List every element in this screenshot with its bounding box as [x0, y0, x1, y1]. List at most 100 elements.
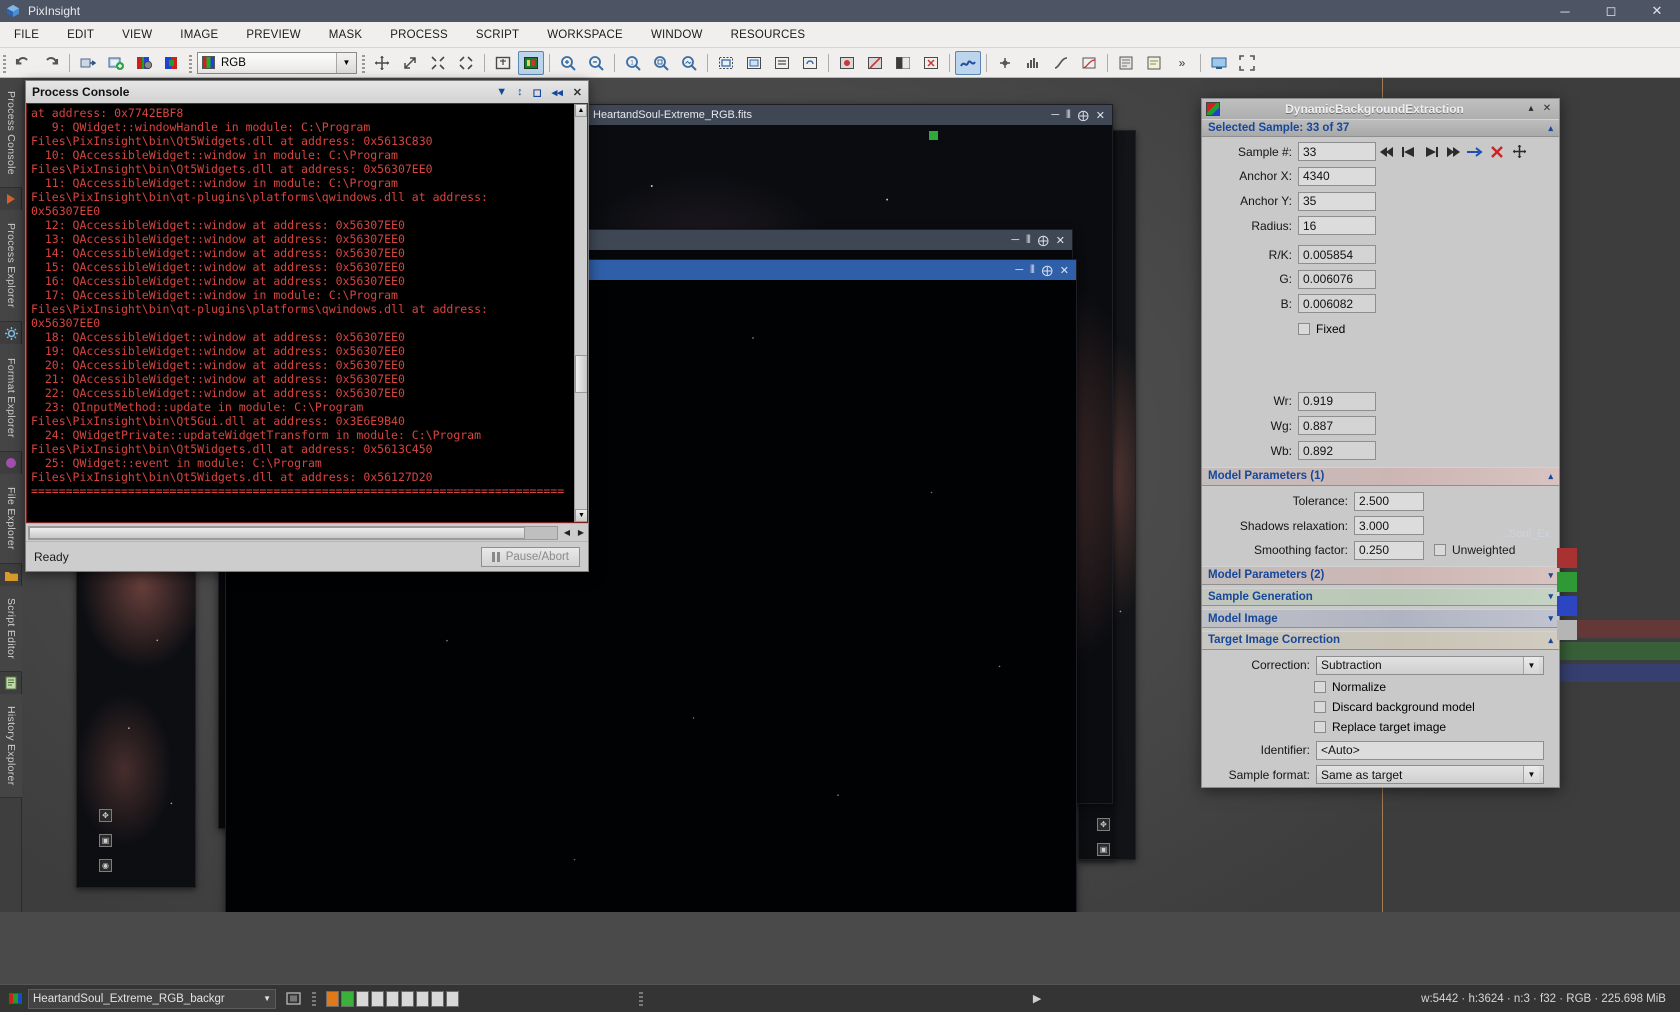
- first-sample-icon[interactable]: [1376, 142, 1398, 162]
- screen-transfer-function-icon[interactable]: [1076, 51, 1102, 75]
- channel-swatch[interactable]: [431, 990, 444, 1007]
- zoom-fit-window-icon[interactable]: [490, 51, 516, 75]
- preview-new-icon[interactable]: [713, 51, 739, 75]
- mask-hide-icon[interactable]: [862, 51, 888, 75]
- scrollbar-thumb[interactable]: [575, 354, 587, 393]
- sidebar-item-format-explorer[interactable]: Format Explorer: [0, 344, 22, 452]
- section-sample-generation[interactable]: Sample Generation ▾: [1202, 587, 1559, 607]
- toolbar-grip-3[interactable]: [362, 52, 365, 73]
- script-editor-icon[interactable]: [0, 672, 22, 694]
- color-space-combo[interactable]: RGB ▼: [197, 51, 357, 74]
- scrollbar-thumb[interactable]: [29, 526, 526, 539]
- resize-handle[interactable]: ▣: [1097, 843, 1110, 856]
- crosshair-icon[interactable]: [369, 51, 395, 75]
- readout-icon[interactable]: [992, 51, 1018, 75]
- preview-list-icon[interactable]: [769, 51, 795, 75]
- toolbar-grip[interactable]: [3, 52, 6, 73]
- next-sample-icon[interactable]: [1420, 142, 1442, 162]
- menu-mask[interactable]: MASK: [315, 22, 376, 48]
- chevron-down-icon[interactable]: ▼: [1523, 766, 1539, 784]
- channel-swatch[interactable]: [356, 990, 369, 1007]
- scroll-left-icon[interactable]: ◀: [560, 526, 574, 540]
- chevron-down-icon[interactable]: ▼: [263, 994, 271, 1003]
- float-icon[interactable]: ↕: [517, 86, 523, 98]
- process-explorer-gear-icon[interactable]: [0, 322, 22, 344]
- move-sample-icon[interactable]: [1508, 142, 1530, 162]
- resize-handle[interactable]: ▣: [99, 834, 112, 847]
- minimize-icon[interactable]: ─: [1051, 109, 1059, 122]
- sidebar-item-file-explorer[interactable]: File Explorer: [0, 474, 22, 564]
- replace-target-image-checkbox[interactable]: [1314, 720, 1326, 733]
- chevron-up-icon[interactable]: ▴: [1548, 123, 1553, 134]
- screen-workspace-icon[interactable]: [1206, 51, 1232, 75]
- go-to-sample-icon[interactable]: [1464, 142, 1486, 162]
- process-console-window[interactable]: Process Console ▼ ↕ ◻ ◂◂ ✕ at address: 0…: [25, 80, 589, 572]
- channel-swatch[interactable]: [401, 990, 414, 1007]
- histogram-transformation-icon[interactable]: [1020, 51, 1046, 75]
- identifier-input[interactable]: <Auto>: [1316, 740, 1544, 760]
- dynamic-background-extraction-icon[interactable]: [955, 50, 981, 75]
- menu-view[interactable]: VIEW: [108, 22, 166, 48]
- close-icon[interactable]: ✕: [1056, 234, 1065, 247]
- tolerance-input[interactable]: 2.500: [1354, 491, 1424, 511]
- scroll-down-icon[interactable]: ▼: [575, 509, 587, 522]
- dynamic-background-extraction-panel[interactable]: DynamicBackgroundExtraction ▴ ✕ Selected…: [1201, 98, 1560, 788]
- chevron-down-icon[interactable]: ▾: [1548, 613, 1553, 624]
- maximize-button[interactable]: ◻: [1588, 0, 1634, 22]
- menu-file[interactable]: FILE: [0, 22, 53, 48]
- anchor-x-input[interactable]: 4340: [1298, 166, 1376, 186]
- shadows-relaxation-input[interactable]: 3.000: [1354, 516, 1424, 536]
- maximize-icon[interactable]: ◻: [533, 86, 542, 99]
- discard-background-model-checkbox[interactable]: [1314, 701, 1326, 714]
- status-bar-grip-2[interactable]: [639, 991, 643, 1006]
- radius-input[interactable]: 16: [1298, 216, 1376, 236]
- process-console-arrow-icon[interactable]: [0, 188, 22, 210]
- section-model-image[interactable]: Model Image ▾: [1202, 609, 1559, 629]
- chevron-down-icon[interactable]: ▼: [336, 52, 356, 73]
- resize-handle[interactable]: ✥: [99, 809, 112, 822]
- console-vertical-scrollbar[interactable]: ▲ ▼: [574, 104, 587, 522]
- zoom-in-icon[interactable]: [555, 51, 581, 75]
- menu-resources[interactable]: RESOURCES: [717, 22, 820, 48]
- channel-swatch[interactable]: [326, 990, 339, 1007]
- image-window-titlebar[interactable]: HeartandSoul-Extreme_RGB.fits ─ ⫴ ⨁ ✕: [589, 105, 1112, 125]
- close-icon[interactable]: ✕: [1096, 109, 1105, 122]
- dock-icon[interactable]: ◂◂: [552, 86, 563, 99]
- process-container-icon[interactable]: [1113, 51, 1139, 75]
- zoom-actual-pixels-icon[interactable]: [518, 50, 544, 75]
- fit-window-icon[interactable]: [425, 51, 451, 75]
- scroll-up-icon[interactable]: ▲: [575, 104, 587, 117]
- menu-workspace[interactable]: WORKSPACE: [533, 22, 637, 48]
- sidebar-item-process-explorer[interactable]: Process Explorer: [0, 210, 22, 322]
- zoom-1-1-icon[interactable]: 1: [620, 51, 646, 75]
- menu-preview[interactable]: PREVIEW: [232, 22, 314, 48]
- selected-sample-header[interactable]: Selected Sample: 33 of 37 ▴: [1202, 118, 1559, 138]
- mask-invert-icon[interactable]: [890, 51, 916, 75]
- resize-diagonal-icon[interactable]: [397, 51, 423, 75]
- close-icon[interactable]: ✕: [1539, 101, 1555, 117]
- section-target-image-correction[interactable]: Target Image Correction ▴: [1202, 631, 1559, 650]
- sidebar-item-history-explorer[interactable]: History Explorer: [0, 694, 22, 798]
- last-sample-icon[interactable]: [1442, 142, 1464, 162]
- normalize-checkbox[interactable]: [1314, 681, 1326, 694]
- menu-script[interactable]: SCRIPT: [462, 22, 533, 48]
- close-icon[interactable]: ✕: [573, 86, 582, 99]
- fullscreen-icon[interactable]: [1234, 51, 1260, 75]
- collapse-icon[interactable]: ▴: [1523, 101, 1539, 117]
- menu-image[interactable]: IMAGE: [166, 22, 232, 48]
- minimize-icon[interactable]: ─: [1011, 234, 1019, 247]
- chevron-up-icon[interactable]: ▴: [1548, 471, 1553, 482]
- minimize-button[interactable]: ─: [1542, 0, 1588, 22]
- restore-icon[interactable]: ⫴: [1066, 109, 1071, 122]
- curves-transformation-icon[interactable]: [1048, 51, 1074, 75]
- chevron-down-icon[interactable]: ▾: [1548, 591, 1553, 602]
- zoom-optimal-icon[interactable]: [453, 51, 479, 75]
- menu-edit[interactable]: EDIT: [53, 22, 108, 48]
- new-image-icon[interactable]: [75, 51, 101, 75]
- process-console-titlebar[interactable]: Process Console ▼ ↕ ◻ ◂◂ ✕: [26, 81, 588, 103]
- status-bar-grip[interactable]: [312, 991, 316, 1006]
- play-icon[interactable]: ▶: [1033, 992, 1041, 1005]
- process-console-output[interactable]: at address: 0x7742EBF8 9: QWidget::windo…: [26, 103, 588, 523]
- delete-sample-icon[interactable]: [1486, 142, 1508, 162]
- sidebar-item-process-console[interactable]: Process Console: [0, 78, 22, 188]
